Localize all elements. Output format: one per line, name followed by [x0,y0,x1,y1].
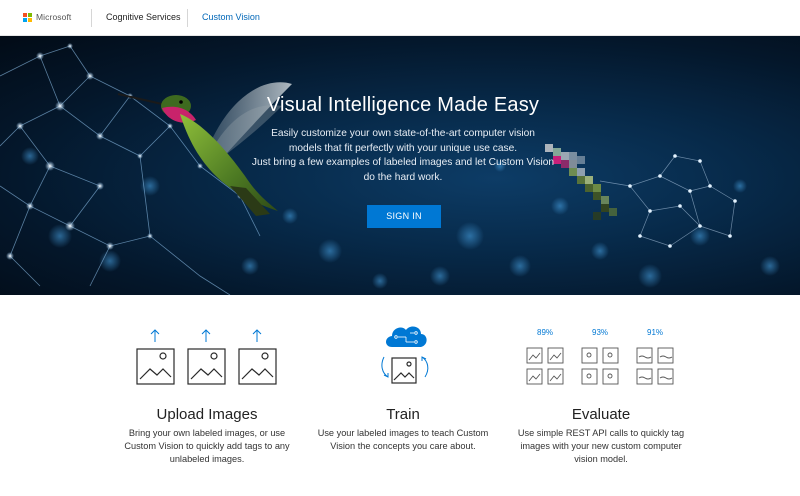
image-placeholder-icon [136,348,175,385]
sign-in-button[interactable]: SIGN IN [367,205,441,228]
hero-subtitle-line: Easily customize your own state-of-the-a… [271,128,535,139]
feature-title: Upload Images [156,406,258,423]
feature-description-line: Use your labeled images to teach Custom [317,428,489,438]
image-grid-icon [581,347,619,385]
nav-divider [187,9,188,27]
top-navigation-bar: Microsoft Cognitive Services Custom Visi… [0,0,800,36]
upload-arrow-icon [150,329,160,342]
feature-description-line: vision model. [574,454,628,465]
upload-arrow-icon [201,329,211,342]
feature-description-line: Bring your own labeled images, or use [128,428,286,438]
feature-description: Bring your own labeled images, or use Cu… [112,427,302,467]
feature-description-line: unlabeled images. [169,454,245,465]
image-placeholder-icon [187,348,226,385]
accuracy-metric: 89% [537,328,554,337]
hero-copy: Visual Intelligence Made Easy Easily cus… [230,94,576,185]
hero-banner: Visual Intelligence Made Easy Easily cus… [0,36,800,295]
image-grid-icon [526,347,564,385]
sync-arrows-icon [381,356,429,378]
feature-title: Train [386,406,420,423]
cloud-brain-icon [386,326,427,347]
train-illustration [381,326,429,384]
hero-subtitle-line: Just bring a few examples of labeled ima… [251,157,555,168]
upload-images-illustration [136,329,277,385]
image-placeholder-icon [391,357,417,384]
accuracy-metric: 93% [592,328,609,337]
microsoft-logo-icon [23,12,32,22]
brand-name: Microsoft [36,12,72,22]
feature-description-line: Use simple REST API calls to quickly tag [517,428,685,438]
feature-description: Use your labeled images to teach Custom … [308,427,498,453]
accuracy-metric: 91% [647,328,664,337]
image-placeholder-icon [238,348,277,385]
feature-description-line: Custom Vision to quickly add tags to any [124,441,290,452]
hero-title: Visual Intelligence Made Easy [266,94,540,116]
nav-link-cognitive-services[interactable]: Cognitive Services [106,12,181,22]
feature-title: Evaluate [571,406,631,423]
hero-subtitle-line: models that fit perfectly with your uniq… [288,142,518,154]
upload-arrow-icon [252,329,262,342]
microsoft-logo[interactable]: Microsoft [23,12,71,22]
feature-description: Use simple REST API calls to quickly tag… [506,427,696,467]
feature-illustrations [136,326,674,385]
image-grid-icon [636,347,674,385]
nav-divider [91,9,92,27]
nav-link-custom-vision[interactable]: Custom Vision [202,12,260,22]
evaluate-illustration [526,347,674,385]
feature-description-line: images with your new custom computer [520,441,682,452]
feature-description-line: Vision the concepts you care about. [330,441,476,452]
hero-subtitle-line: do the hard work. [363,171,443,183]
